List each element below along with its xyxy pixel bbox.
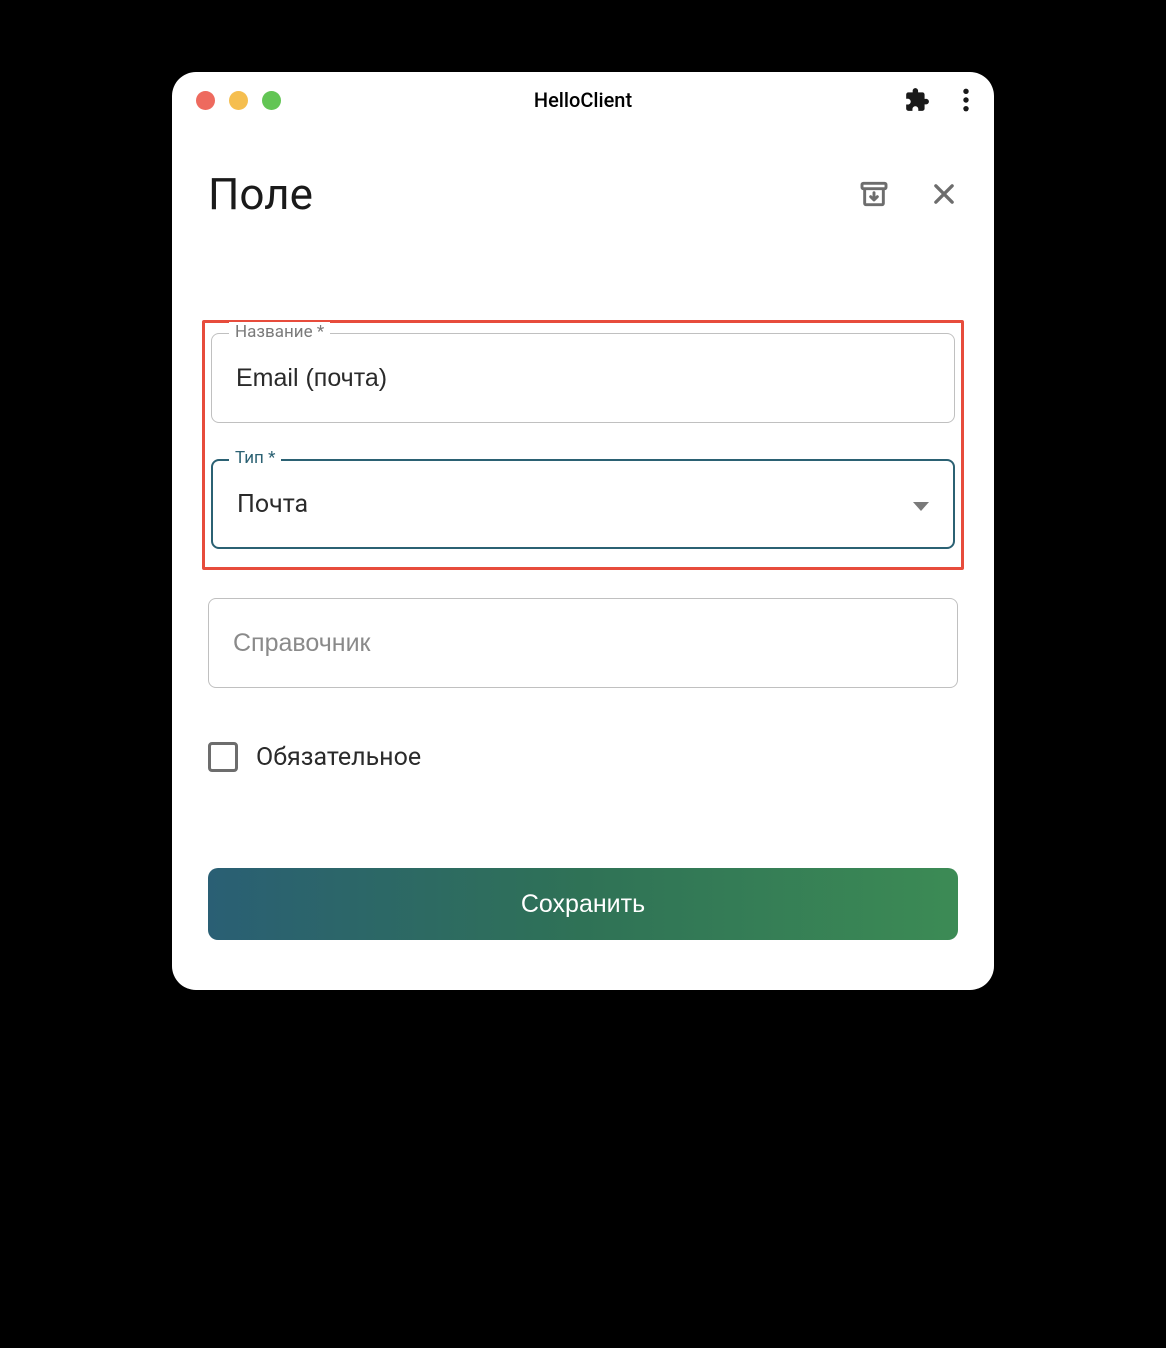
reference-field-wrap — [208, 598, 958, 688]
required-checkbox-row: Обязательное — [208, 742, 958, 772]
app-window: HelloClient Поле — [172, 72, 994, 990]
page-header: Поле — [208, 168, 958, 220]
extension-icon[interactable] — [904, 87, 930, 113]
highlighted-fields: Название * Тип * Почта — [202, 320, 964, 570]
minimize-window-button[interactable] — [229, 91, 248, 110]
page-title: Поле — [208, 168, 313, 220]
titlebar: HelloClient — [172, 72, 994, 128]
content-area: Поле Название * — [172, 128, 994, 990]
maximize-window-button[interactable] — [262, 91, 281, 110]
chevron-down-icon — [913, 490, 929, 519]
reference-input[interactable] — [208, 598, 958, 688]
required-label: Обязательное — [256, 743, 421, 772]
window-title: HelloClient — [534, 88, 632, 112]
name-label: Название * — [229, 322, 330, 342]
titlebar-actions — [904, 87, 970, 113]
type-field-wrap: Тип * Почта — [211, 459, 955, 549]
name-field-wrap: Название * — [211, 333, 955, 423]
header-actions — [858, 178, 958, 210]
type-select[interactable]: Почта — [211, 459, 955, 549]
more-menu-icon[interactable] — [962, 87, 970, 113]
save-button[interactable]: Сохранить — [208, 868, 958, 940]
close-button[interactable] — [930, 180, 958, 208]
type-selected-value: Почта — [237, 490, 308, 519]
type-label: Тип * — [229, 448, 281, 468]
name-input[interactable] — [211, 333, 955, 423]
archive-button[interactable] — [858, 178, 890, 210]
traffic-lights — [196, 91, 281, 110]
required-checkbox[interactable] — [208, 742, 238, 772]
close-window-button[interactable] — [196, 91, 215, 110]
